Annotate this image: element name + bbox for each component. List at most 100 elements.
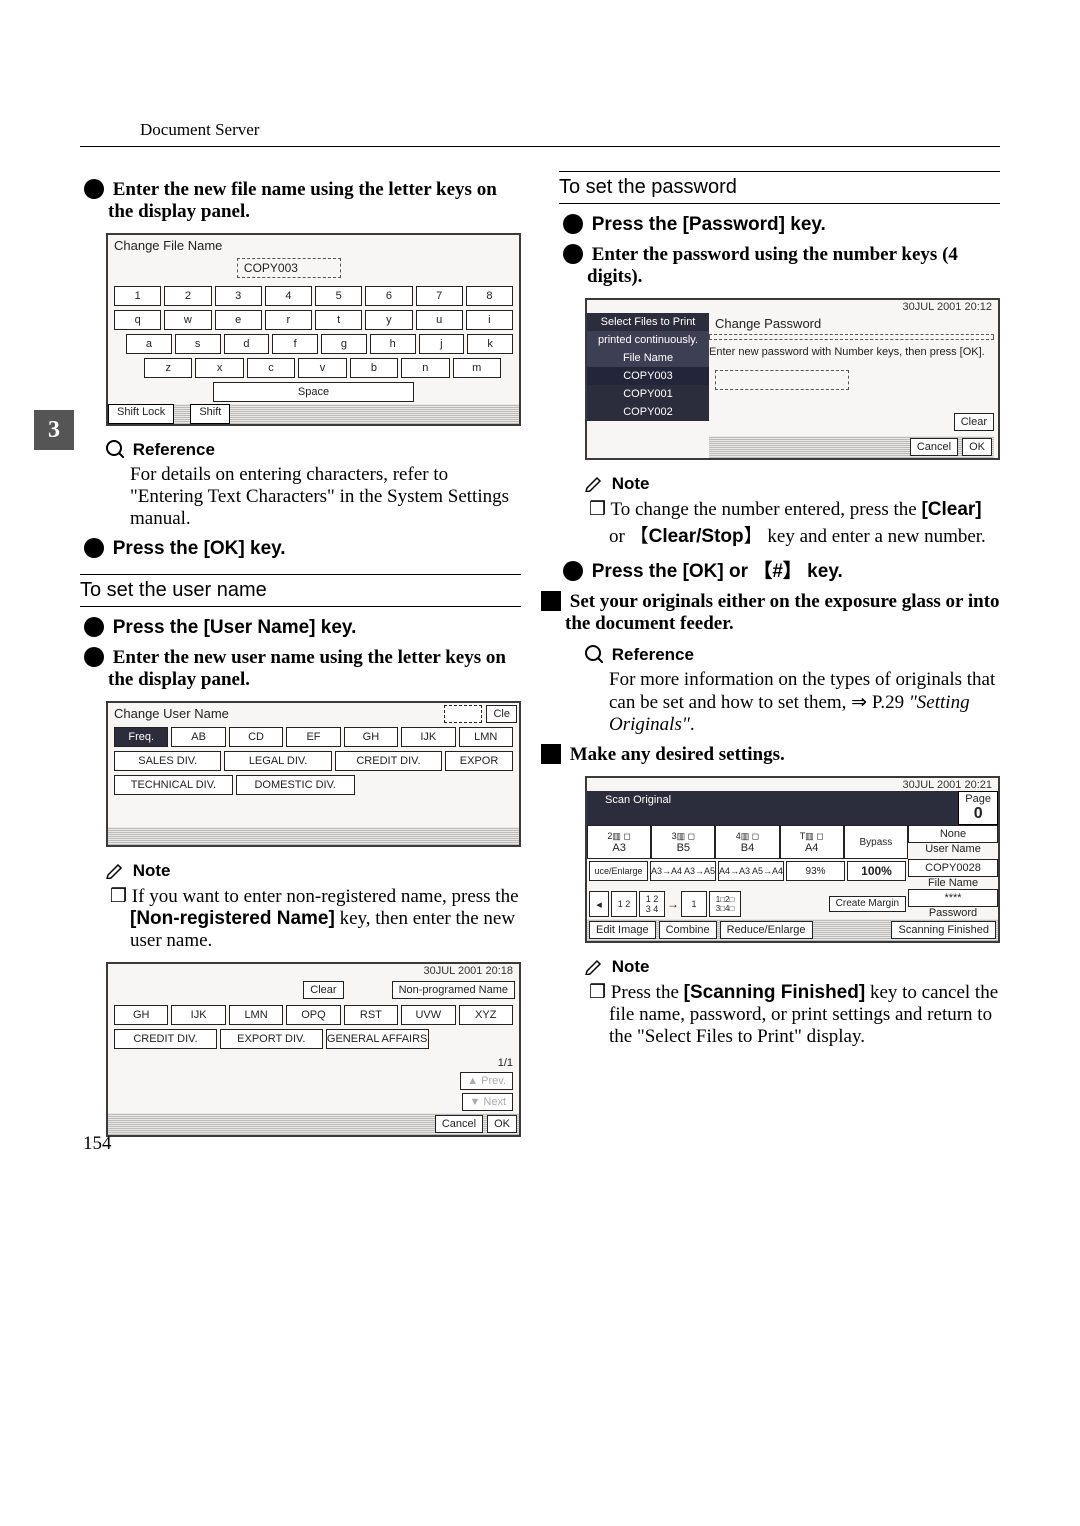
div-button[interactable]: SALES DIV. bbox=[114, 751, 221, 771]
key[interactable]: 6 bbox=[365, 286, 412, 306]
password-field[interactable] bbox=[715, 370, 849, 390]
left-title: Select Files to Print bbox=[587, 313, 709, 331]
bypass[interactable]: Bypass bbox=[844, 825, 908, 859]
ok-button[interactable]: OK bbox=[962, 438, 992, 456]
cancel-button[interactable]: Cancel bbox=[910, 438, 958, 456]
tab[interactable]: LMN bbox=[459, 727, 513, 747]
shift-key[interactable]: Shift bbox=[190, 404, 230, 424]
refbody-c: . bbox=[690, 714, 695, 735]
key[interactable]: 1 bbox=[114, 286, 161, 306]
ustep2-text: Enter the new user name using the letter… bbox=[108, 647, 506, 690]
tab[interactable]: UVW bbox=[401, 1005, 455, 1025]
nonreg-key: [Non-registered Name] bbox=[130, 908, 335, 929]
key[interactable]: h bbox=[370, 334, 416, 354]
key[interactable]: g bbox=[321, 334, 367, 354]
key[interactable]: 5 bbox=[315, 286, 362, 306]
key[interactable]: t bbox=[315, 310, 362, 330]
div-button[interactable]: LEGAL DIV. bbox=[224, 751, 331, 771]
key[interactable]: y bbox=[365, 310, 412, 330]
cancel-button[interactable]: Cancel bbox=[435, 1115, 483, 1133]
prev-button[interactable]: ▲ Prev. bbox=[460, 1072, 513, 1090]
key[interactable]: w bbox=[164, 310, 211, 330]
field-empty[interactable] bbox=[444, 705, 482, 723]
tab[interactable]: CD bbox=[229, 727, 283, 747]
key[interactable]: e bbox=[215, 310, 262, 330]
key[interactable]: a bbox=[126, 334, 172, 354]
tab[interactable]: AB bbox=[171, 727, 225, 747]
tab-freq[interactable]: Freq. bbox=[114, 727, 168, 747]
ustep1-text: Press the [User Name] key. bbox=[113, 617, 357, 638]
key[interactable]: c bbox=[247, 358, 295, 378]
key[interactable]: j bbox=[419, 334, 465, 354]
btn[interactable]: A3→A4 A3→A5 bbox=[650, 861, 716, 881]
key[interactable]: m bbox=[453, 358, 501, 378]
tab[interactable]: RST bbox=[344, 1005, 398, 1025]
btn[interactable]: A4→A3 A5→A4 bbox=[718, 861, 784, 881]
size[interactable]: B5 bbox=[677, 842, 690, 854]
size[interactable]: A4 bbox=[805, 842, 818, 854]
tab[interactable]: EF bbox=[286, 727, 340, 747]
space-key[interactable]: Space bbox=[213, 382, 415, 402]
shift-lock-key[interactable]: Shift Lock bbox=[108, 404, 174, 424]
key[interactable]: 3 bbox=[215, 286, 262, 306]
key[interactable]: 7 bbox=[416, 286, 463, 306]
div-button[interactable]: TECHNICAL DIV. bbox=[114, 775, 233, 795]
size[interactable]: A3 bbox=[612, 842, 625, 854]
key[interactable]: n bbox=[401, 358, 449, 378]
key[interactable]: 2 bbox=[164, 286, 211, 306]
non-programed-button[interactable]: Non-programed Name bbox=[392, 981, 515, 999]
key[interactable]: f bbox=[272, 334, 318, 354]
key[interactable]: 8 bbox=[466, 286, 513, 306]
file-item[interactable]: COPY002 bbox=[587, 403, 709, 421]
key[interactable]: b bbox=[350, 358, 398, 378]
tab[interactable]: IJK bbox=[171, 1005, 225, 1025]
key[interactable]: k bbox=[467, 334, 513, 354]
btn[interactable]: uce/Enlarge bbox=[589, 861, 648, 881]
div-button[interactable]: CREDIT DIV. bbox=[335, 751, 442, 771]
tab[interactable]: LMN bbox=[229, 1005, 283, 1025]
div-button[interactable]: GENERAL AFFAIRS bbox=[326, 1029, 429, 1049]
clear-button[interactable]: Clear bbox=[954, 413, 994, 431]
key[interactable]: v bbox=[298, 358, 346, 378]
note-icon bbox=[585, 474, 603, 492]
filename-val[interactable]: COPY0028 bbox=[908, 859, 998, 877]
right-none[interactable]: None bbox=[908, 825, 998, 843]
key[interactable]: u bbox=[416, 310, 463, 330]
btn[interactable]: 100% bbox=[847, 861, 906, 881]
create-margin[interactable]: Create Margin bbox=[829, 896, 906, 912]
tab[interactable]: GH bbox=[344, 727, 398, 747]
div-button[interactable]: CREDIT DIV. bbox=[114, 1029, 217, 1049]
combine[interactable]: Combine bbox=[659, 921, 717, 939]
tab[interactable]: IJK bbox=[401, 727, 455, 747]
div-button[interactable]: DOMESTIC DIV. bbox=[236, 775, 355, 795]
panel-change-user-name: Change User Name Cle Freq. AB CD EF GH I… bbox=[106, 701, 521, 847]
key[interactable]: z bbox=[144, 358, 192, 378]
key[interactable]: r bbox=[265, 310, 312, 330]
key[interactable]: s bbox=[175, 334, 221, 354]
tab[interactable]: XYZ bbox=[459, 1005, 513, 1025]
key[interactable]: i bbox=[466, 310, 513, 330]
file-item[interactable]: COPY003 bbox=[587, 367, 709, 385]
key[interactable]: q bbox=[114, 310, 161, 330]
div-button[interactable]: EXPORT DIV. bbox=[220, 1029, 323, 1049]
tab[interactable]: GH bbox=[114, 1005, 168, 1025]
cle-button[interactable]: Cle bbox=[486, 705, 517, 723]
file-item[interactable]: COPY001 bbox=[587, 385, 709, 403]
reduce-enlarge[interactable]: Reduce/Enlarge bbox=[720, 921, 813, 939]
step-num-1-icon: 1 bbox=[84, 617, 104, 637]
file-name-field[interactable]: COPY003 bbox=[237, 258, 341, 278]
size[interactable]: B4 bbox=[741, 842, 754, 854]
next-button[interactable]: ▼ Next bbox=[462, 1093, 513, 1111]
key[interactable]: x bbox=[195, 358, 243, 378]
scanning-finished-button[interactable]: Scanning Finished bbox=[891, 921, 996, 939]
div-button[interactable]: EXPOR bbox=[445, 751, 513, 771]
key[interactable]: 4 bbox=[265, 286, 312, 306]
clear-button[interactable]: Clear bbox=[303, 981, 343, 999]
key[interactable]: d bbox=[224, 334, 270, 354]
username-step-2: 2 Enter the new user name using the lett… bbox=[108, 647, 521, 691]
ok-button[interactable]: OK bbox=[487, 1115, 517, 1133]
btn[interactable]: 93% bbox=[786, 861, 845, 881]
tab[interactable]: OPQ bbox=[286, 1005, 340, 1025]
edit-image[interactable]: Edit Image bbox=[589, 921, 656, 939]
pwd-val[interactable]: **** bbox=[908, 889, 998, 907]
